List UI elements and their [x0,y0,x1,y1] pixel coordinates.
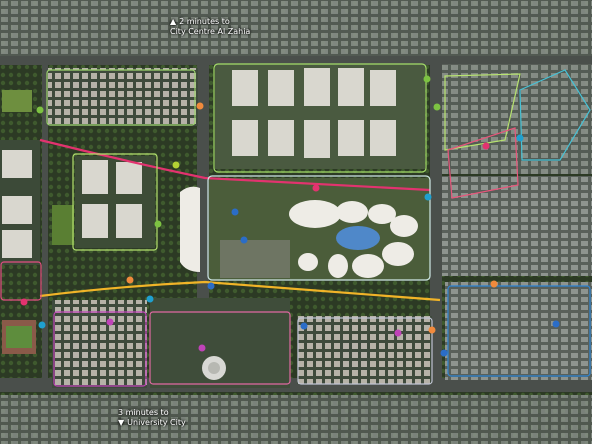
central-lagoon [336,226,380,250]
north-destination-name: City Centre Al Zahia [170,27,251,36]
south-destination-caption: 3 minutes to ▼ University City [118,408,186,428]
block-south-villas [297,316,432,384]
north-destination-caption: ▲ 2 minutes to City Centre Al Zahia [170,17,250,37]
block-east-villas [442,176,592,276]
south-urban-area [0,395,592,444]
south-destination-name: University City [127,418,186,427]
block-southeast [445,282,592,380]
sports-field-northwest [2,90,32,112]
green-park-west [52,205,74,245]
masterplan-map: ▲ 2 minutes to City Centre Al Zahia 3 min… [0,0,592,444]
north-travel-time: 2 minutes to [179,17,230,26]
north-urban-area [0,0,592,58]
central-parking [220,240,290,278]
arrow-down-icon: ▼ [118,418,125,427]
arrow-up-icon: ▲ [170,17,177,26]
map-canvas [0,0,592,444]
south-travel-time: 3 minutes to [118,408,169,417]
block-villas-northwest [48,68,198,126]
block-southwest [52,300,147,388]
